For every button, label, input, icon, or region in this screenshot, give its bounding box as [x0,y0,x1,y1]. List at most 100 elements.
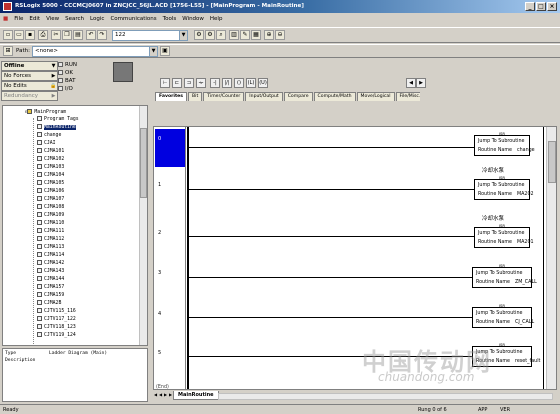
tree-item-cjma101[interactable]: CJMA101 [37,148,64,156]
close-icon[interactable]: × [547,2,557,11]
tree-item-cjma111[interactable]: CJMA111 [37,228,64,236]
tree-item-cjma114[interactable]: CJMA114 [37,252,64,260]
contact-nc-icon[interactable]: |/| [222,78,232,88]
jsr-instruction[interactable]: JSR Jump To Subroutine Routine Name chang… [474,131,535,156]
cut-icon[interactable]: ✂ [51,30,61,40]
coil-latch-icon[interactable]: (L) [246,78,256,88]
open-icon[interactable]: ▭ [14,30,24,40]
pane-splitter[interactable] [149,105,152,402]
tree-item-mainprogram[interactable]: ⊟ MainProgram [25,108,66,116]
jsr-instruction[interactable]: JSR Jump To Subroutine Routine Name CJ_CA… [472,303,534,328]
forces-dropdown[interactable]: No Forces ▶ [1,71,58,81]
paste-icon[interactable]: ▤ [73,30,83,40]
tree-item-cjma113[interactable]: CJMA113 [37,244,64,252]
rung-number[interactable]: 1 [158,182,161,188]
menu-app-icon[interactable]: ■ [0,13,11,25]
maximize-icon[interactable]: □ [536,2,546,11]
tree-item-cjma110[interactable]: CJMA110 [37,220,64,228]
rung-number[interactable]: 5 [158,350,161,356]
tree-item-cjtv117[interactable]: CJTV117_122 [37,316,76,324]
tree-item-cjma102[interactable]: CJMA102 [37,156,64,164]
tree-item-cjma142[interactable]: CJMA142 [37,260,64,268]
scroll-thumb[interactable] [140,128,147,198]
tab-input-output[interactable]: Input/Output [245,92,283,101]
menu-help[interactable]: Help [207,13,226,25]
find-icon[interactable]: ⌕ [216,30,226,40]
jsr-instruction[interactable]: JSR Jump To Subroutine Routine Name ZM_CA… [472,263,537,288]
jsr-instruction[interactable]: JSR Jump To Subroutine Routine Name MA201 [474,223,534,248]
tree-item-cjma108[interactable]: CJMA108 [37,204,64,212]
tree-item-cjai[interactable]: CJAI [37,140,56,148]
menu-logic[interactable]: Logic [87,13,107,25]
network-icon[interactable]: ⊞ [3,46,13,56]
tag-icon[interactable]: ▦ [251,30,261,40]
tree-item-cjma103[interactable]: CJMA103 [37,164,64,172]
print-icon[interactable]: ⎙ [38,30,48,40]
scroll-thumb[interactable] [548,141,556,183]
ladder-scrollbar[interactable] [546,127,556,389]
menu-tools[interactable]: Tools [160,13,180,25]
tab-move-logical[interactable]: Move/Logical [356,92,395,101]
toggle-icon[interactable]: ✎ [240,30,250,40]
jsr-instruction[interactable]: JSR Jump To Subroutine Routine Name MA202 [474,175,534,200]
scroll-left-icon[interactable]: ◀ [406,78,416,88]
ladder-hscrollbar[interactable] [218,393,553,400]
mode-dropdown[interactable]: Offline ▼ [1,61,58,71]
edits-dropdown[interactable]: No Edits 🔒 [1,81,58,91]
branch-level-icon[interactable]: ⊐ [184,78,194,88]
zoom-out-icon[interactable]: ⊖ [275,30,285,40]
save-icon[interactable]: ▪ [25,30,35,40]
tree-item-cjma107[interactable]: CJMA107 [37,196,64,204]
rung-number[interactable]: 2 [158,230,161,236]
tab-bit[interactable]: Bit [188,92,203,101]
tree-item-cjtv115[interactable]: CJTV115_116 [37,308,76,316]
menu-edit[interactable]: Edit [26,13,43,25]
redo-icon[interactable]: ↷ [97,30,107,40]
menu-file[interactable]: File [11,13,26,25]
menu-search[interactable]: Search [62,13,87,25]
rung-icon[interactable]: ⊢ [160,78,170,88]
tab-favorites[interactable]: Favorites [155,92,188,101]
scroll-right-icon[interactable]: ▶ [416,78,426,88]
coil-icon[interactable]: () [234,78,244,88]
zoom-in-icon[interactable]: ⊕ [264,30,274,40]
tab-mainroutine[interactable]: MainRoutine [173,391,219,400]
tree-item-cjma159[interactable]: CJMA159 [37,292,64,300]
tree-item-cjma112[interactable]: CJMA112 [37,236,64,244]
coil-unlatch-icon[interactable]: (U) [258,78,268,88]
chevron-down-icon[interactable]: ▼ [179,31,187,40]
tree-item-change[interactable]: change [37,132,61,140]
rung-number[interactable]: 4 [158,311,161,317]
xic-icon[interactable]: ⟛ [196,78,206,88]
tree-item-program-tags[interactable]: Program Tags [37,116,79,124]
tree-item-cjtv118[interactable]: CJTV118_123 [37,324,76,332]
chevron-down-icon[interactable]: ▼ [149,47,157,56]
tree-item-cjma109[interactable]: CJMA109 [37,212,64,220]
tab-compute-math[interactable]: Compute/Math [313,92,356,101]
tree-item-cjma143[interactable]: CJMA143 [37,268,64,276]
tab-compare[interactable]: Compare [283,92,313,101]
tree-scrollbar[interactable] [139,106,147,345]
tab-timer-counter[interactable]: Timer/Counter [203,92,245,101]
tree-item-cjma104[interactable]: CJMA104 [37,172,64,180]
zoom-combo[interactable]: 122 ▼ [112,30,188,41]
verify-all-icon[interactable]: ⚙ [205,30,215,40]
menu-view[interactable]: View [43,13,62,25]
browse-icon[interactable]: ▥ [229,30,239,40]
undo-icon[interactable]: ↶ [86,30,96,40]
copy-icon[interactable]: ❐ [62,30,72,40]
tab-file-misc[interactable]: File/Misc. [395,92,420,101]
new-icon[interactable]: ▫ [3,30,13,40]
redundancy-dropdown[interactable]: Redundancy ▶ [1,91,58,101]
tree-item-cjma105[interactable]: CJMA105 [37,180,64,188]
tree-item-cjma2b[interactable]: CJMA2B [37,300,61,308]
tree-item-cjtv119[interactable]: CJTV119_124 [37,332,76,340]
rung-number[interactable]: 3 [158,270,161,276]
menu-window[interactable]: Window [179,13,207,25]
verify-icon[interactable]: ⚙ [194,30,204,40]
tree-item-mainroutine[interactable]: MainRoutine [37,124,76,132]
path-combo[interactable]: <none> ▼ [32,46,158,57]
who-active-icon[interactable]: ▣ [160,46,170,56]
tree-item-cjma144[interactable]: CJMA144 [37,276,64,284]
rung-number[interactable]: 0 [158,136,161,142]
